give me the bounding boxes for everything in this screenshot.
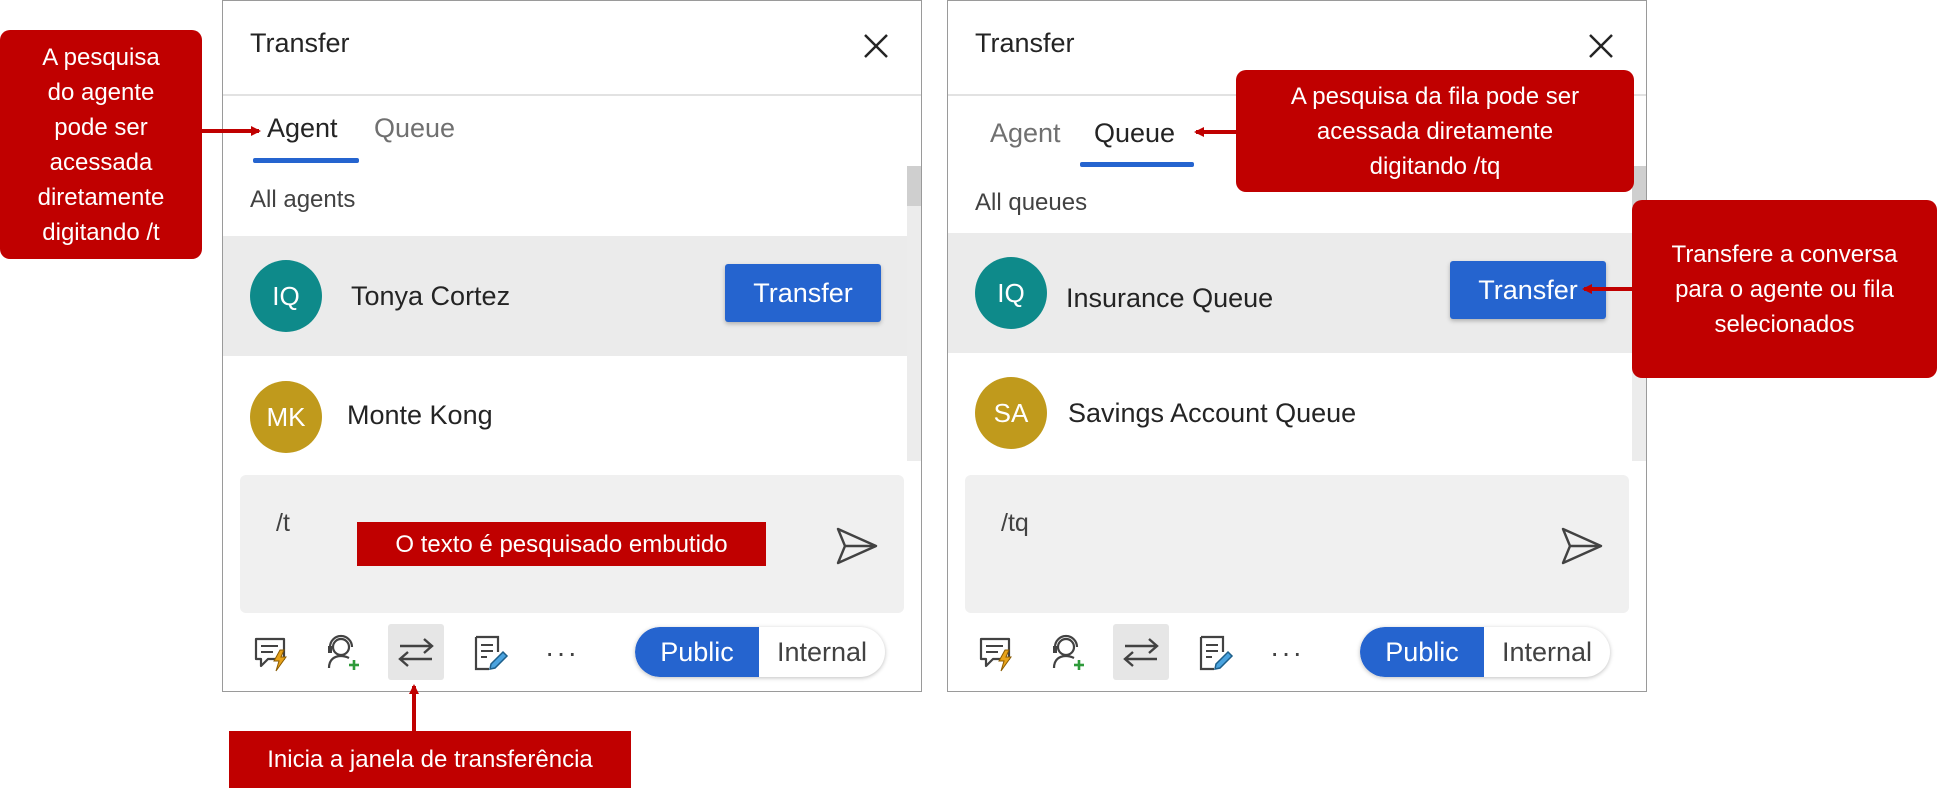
annotation-arrows bbox=[202, 126, 1632, 731]
